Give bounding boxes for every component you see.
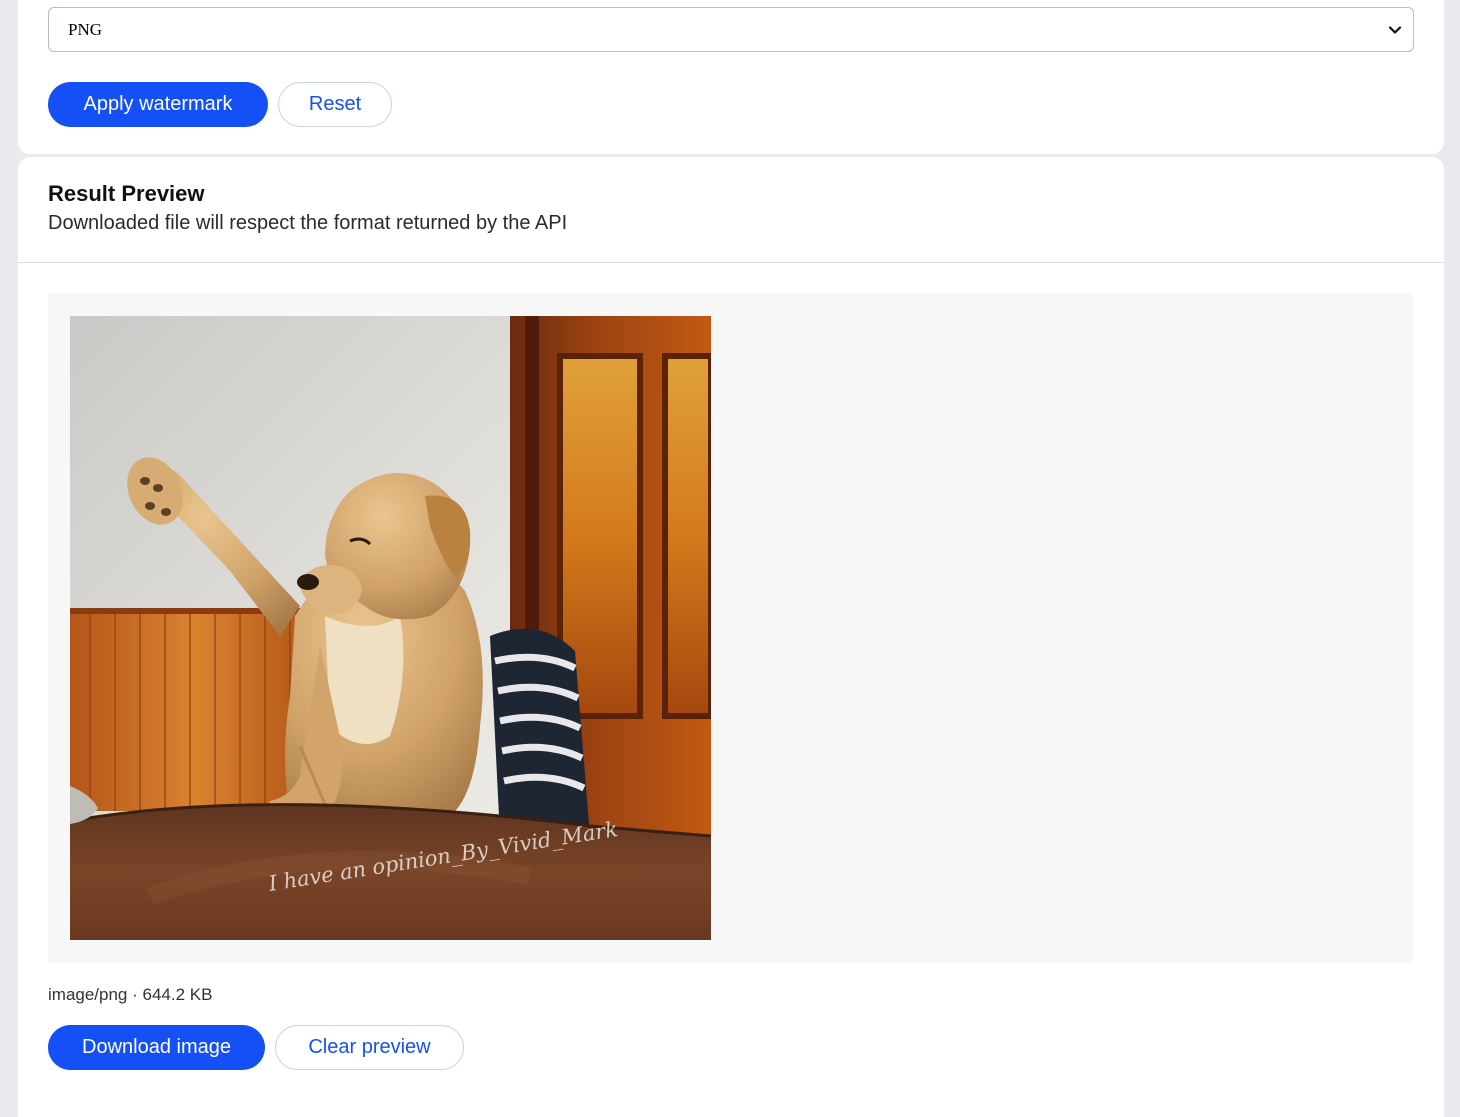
section-divider (18, 262, 1444, 263)
result-preview-title: Result Preview (48, 181, 205, 206)
chevron-down-icon (1388, 26, 1402, 34)
apply-watermark-button[interactable]: Apply watermark (48, 82, 268, 127)
watermarked-image: I have an opinion_By_Vivid_Mark (70, 316, 711, 940)
result-preview-card: Result Preview Downloaded file will resp… (18, 157, 1444, 1117)
reset-button[interactable]: Reset (278, 82, 392, 127)
download-image-button[interactable]: Download image (48, 1025, 265, 1070)
output-format-select[interactable]: PNG (48, 7, 1414, 52)
dog-photo-illustration: I have an opinion_By_Vivid_Mark (70, 316, 711, 940)
output-format-value: PNG (68, 19, 103, 39)
watermark-settings-card: PNG Apply watermark Reset (18, 0, 1444, 154)
clear-preview-button[interactable]: Clear preview (275, 1025, 464, 1070)
file-meta: image/png · 644.2 KB (48, 985, 213, 1004)
preview-area: I have an opinion_By_Vivid_Mark (48, 293, 1414, 963)
result-preview-subtitle: Downloaded file will respect the format … (48, 212, 568, 234)
